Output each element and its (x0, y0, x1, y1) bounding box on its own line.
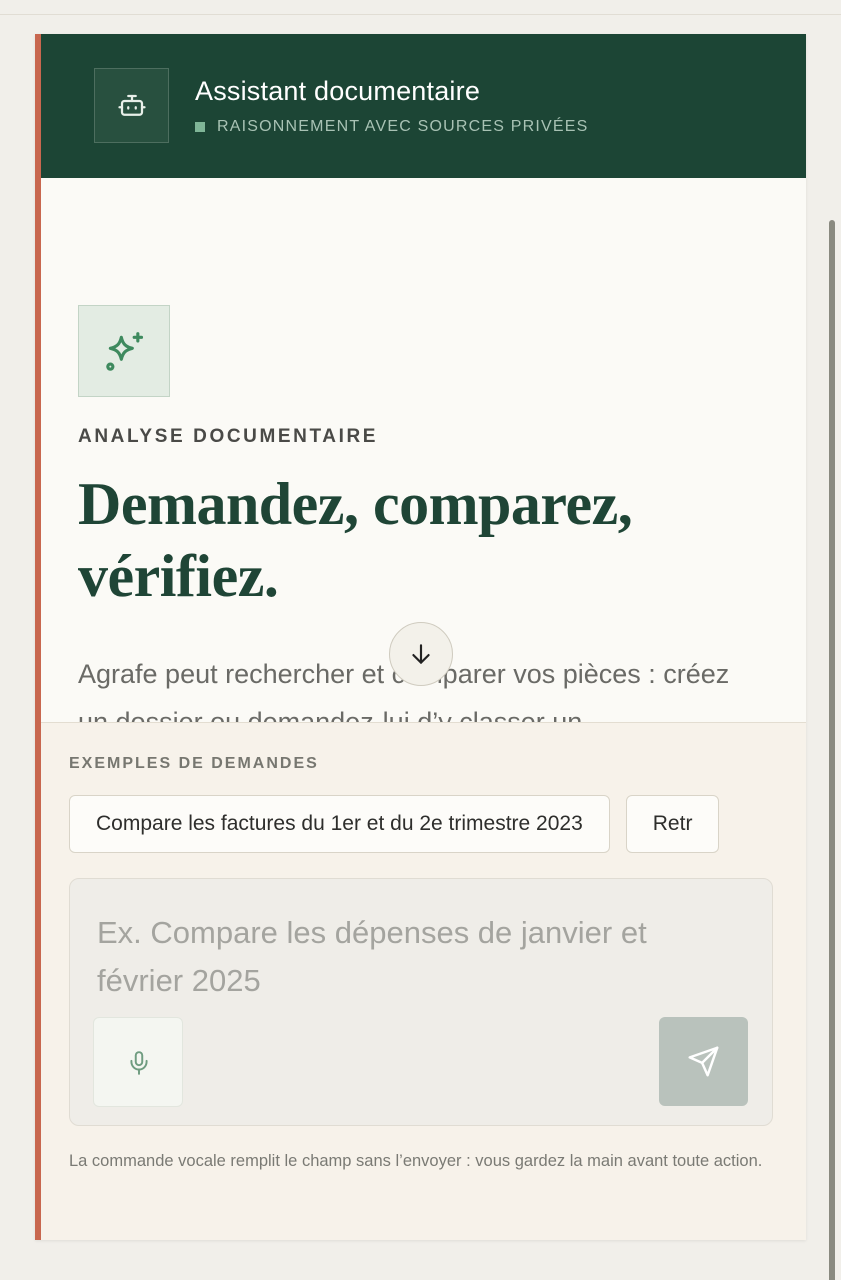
microphone-button[interactable] (93, 1017, 183, 1107)
assistant-panel: Assistant documentaire RAISONNEMENT AVEC… (35, 34, 806, 1240)
header-title: Assistant documentaire (195, 76, 481, 106)
composer-area: EXEMPLES DE DEMANDES Compare les facture… (41, 722, 806, 1240)
send-icon (688, 1046, 719, 1077)
voice-footnote: La commande vocale remplit le champ sans… (69, 1152, 763, 1170)
example-chip[interactable]: Compare les factures du 1er et du 2e tri… (69, 795, 610, 853)
example-chips: Compare les factures du 1er et du 2e tri… (69, 795, 773, 853)
examples-label: EXEMPLES DE DEMANDES (69, 755, 319, 772)
prompt-box: Ex. Compare les dépenses de janvier et f… (69, 878, 773, 1126)
sparkles-icon (78, 305, 170, 397)
microphone-icon (130, 1051, 148, 1075)
assistant-header: Assistant documentaire RAISONNEMENT AVEC… (41, 34, 806, 178)
example-chip[interactable]: Retr (625, 795, 720, 853)
status-square-icon (195, 122, 205, 132)
arrow-down-icon (412, 644, 430, 664)
header-subtitle-text: RAISONNEMENT AVEC SOURCES PRIVÉES (217, 118, 589, 135)
section-kicker: ANALYSE DOCUMENTAIRE (78, 426, 379, 447)
page-scrollbar[interactable] (829, 220, 835, 1280)
prompt-input[interactable]: Ex. Compare les dépenses de janvier et f… (97, 909, 737, 1005)
scroll-down-button[interactable] (389, 622, 453, 686)
top-divider (0, 14, 841, 15)
page-headline: Demandez, comparez, vérifiez. (78, 471, 633, 609)
header-subtitle: RAISONNEMENT AVEC SOURCES PRIVÉES (195, 118, 589, 136)
send-button[interactable] (659, 1017, 748, 1106)
robot-icon (94, 68, 169, 143)
